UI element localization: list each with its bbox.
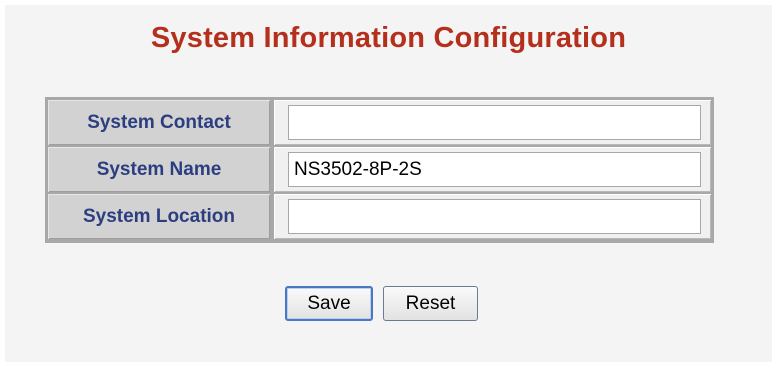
system-contact-cell <box>274 100 711 145</box>
system-info-table: System Contact System Name System Locati… <box>45 97 714 243</box>
system-location-input[interactable] <box>288 199 701 234</box>
system-location-label: System Location <box>48 194 270 239</box>
system-contact-input[interactable] <box>288 105 701 140</box>
table-row-system-contact: System Contact <box>48 100 711 145</box>
table-row-system-location: System Location <box>48 194 711 239</box>
system-contact-label: System Contact <box>48 100 270 145</box>
system-name-input[interactable] <box>288 152 701 187</box>
reset-button[interactable]: Reset <box>383 286 478 321</box>
save-button[interactable]: Save <box>285 286 373 321</box>
system-name-label: System Name <box>48 147 270 192</box>
system-name-cell <box>274 147 711 192</box>
page-title: System Information Configuration <box>150 22 627 54</box>
system-location-cell <box>274 194 711 239</box>
table-row-system-name: System Name <box>48 147 711 192</box>
